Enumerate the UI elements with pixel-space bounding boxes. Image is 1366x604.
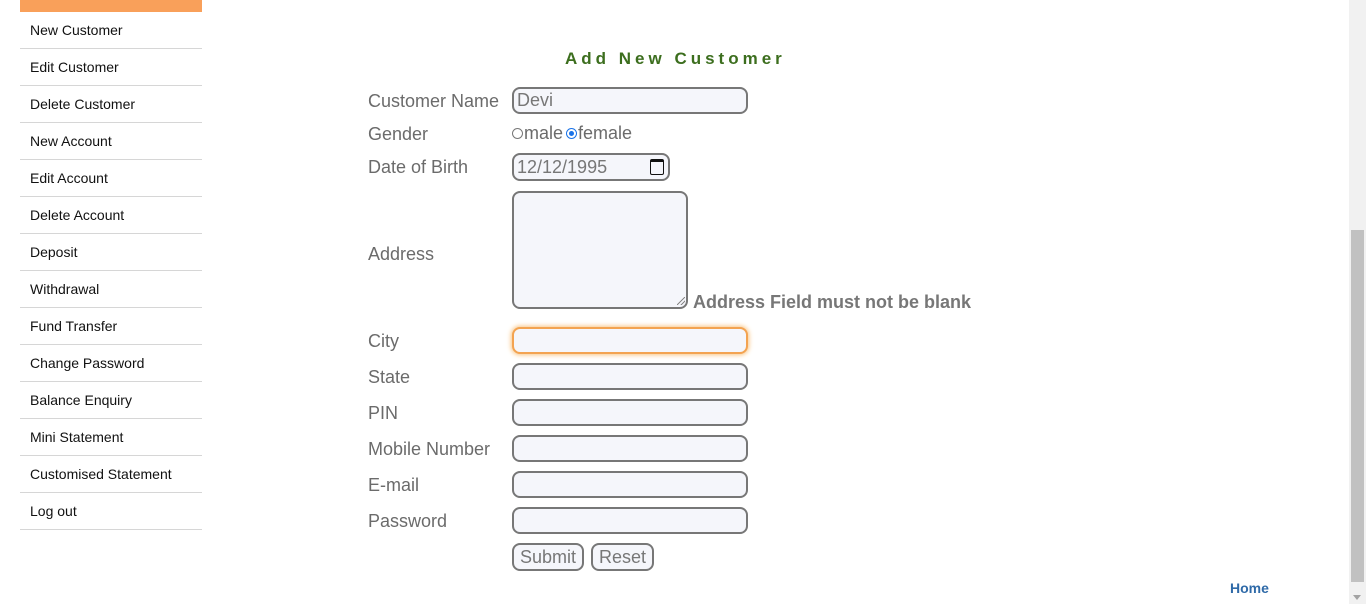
vertical-scrollbar[interactable] bbox=[1349, 0, 1366, 604]
email-label: E-mail bbox=[368, 475, 420, 495]
sidebar-item-edit-customer[interactable]: Edit Customer bbox=[20, 49, 202, 86]
mobile-input[interactable] bbox=[512, 435, 748, 462]
sidebar-menu: New Customer Edit Customer Delete Custom… bbox=[20, 0, 202, 530]
gender-radio-group: male female bbox=[512, 123, 632, 144]
address-error-message: Address Field must not be blank bbox=[693, 292, 972, 312]
city-label: City bbox=[368, 331, 399, 351]
pin-label: PIN bbox=[368, 403, 399, 423]
gender-male-label: male bbox=[524, 123, 564, 143]
dob-value: 12/12/1995 bbox=[517, 157, 608, 177]
customer-name-input[interactable] bbox=[512, 87, 748, 114]
dob-label: Date of Birth bbox=[368, 157, 469, 177]
sidebar-item-withdrawal[interactable]: Withdrawal bbox=[20, 271, 202, 308]
sidebar-item-balance-enquiry[interactable]: Balance Enquiry bbox=[20, 382, 202, 419]
address-textarea[interactable] bbox=[512, 191, 688, 309]
sidebar-item-delete-customer[interactable]: Delete Customer bbox=[20, 86, 202, 123]
sidebar-item-edit-account[interactable]: Edit Account bbox=[20, 160, 202, 197]
sidebar-item-fund-transfer[interactable]: Fund Transfer bbox=[20, 308, 202, 345]
customer-name-label: Customer Name bbox=[368, 91, 500, 111]
email-input[interactable] bbox=[512, 471, 748, 498]
dob-input[interactable]: 12/12/1995 bbox=[512, 153, 670, 181]
reset-button[interactable]: Reset bbox=[591, 543, 655, 571]
resize-grip-icon[interactable] bbox=[677, 297, 685, 305]
sidebar-item-log-out[interactable]: Log out bbox=[20, 493, 202, 530]
calendar-icon[interactable] bbox=[650, 159, 664, 175]
sidebar-item-deposit[interactable]: Deposit bbox=[20, 234, 202, 271]
sidebar-highlight-bar[interactable] bbox=[20, 0, 202, 12]
address-label: Address bbox=[368, 244, 435, 264]
gender-female-label: female bbox=[578, 123, 633, 143]
pin-input[interactable] bbox=[512, 399, 748, 426]
gender-male-radio[interactable] bbox=[512, 128, 523, 139]
sidebar-item-new-customer[interactable]: New Customer bbox=[20, 12, 202, 49]
sidebar-item-change-password[interactable]: Change Password bbox=[20, 345, 202, 382]
password-label: Password bbox=[368, 511, 448, 531]
page-title: Add New Customer bbox=[565, 49, 786, 68]
sidebar-item-mini-statement[interactable]: Mini Statement bbox=[20, 419, 202, 456]
city-input[interactable] bbox=[512, 327, 748, 354]
password-input[interactable] bbox=[512, 507, 748, 534]
state-input[interactable] bbox=[512, 363, 748, 390]
mobile-label: Mobile Number bbox=[368, 439, 491, 459]
home-link[interactable]: Home bbox=[1230, 580, 1269, 596]
state-label: State bbox=[368, 367, 411, 387]
gender-label: Gender bbox=[368, 124, 429, 144]
scrollbar-thumb[interactable] bbox=[1351, 230, 1364, 582]
sidebar-item-delete-account[interactable]: Delete Account bbox=[20, 197, 202, 234]
sidebar-item-customised-statement[interactable]: Customised Statement bbox=[20, 456, 202, 493]
gender-female-radio[interactable] bbox=[566, 128, 578, 139]
submit-button[interactable]: Submit bbox=[512, 543, 585, 571]
scroll-down-arrow-icon[interactable] bbox=[1353, 595, 1361, 600]
sidebar-item-new-account[interactable]: New Account bbox=[20, 123, 202, 160]
